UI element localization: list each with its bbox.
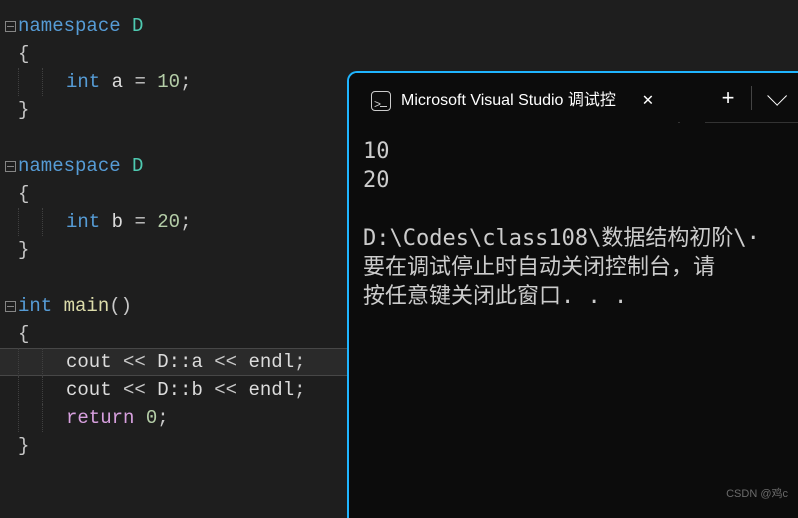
fold-icon[interactable] bbox=[5, 21, 16, 32]
console-tab[interactable]: Microsoft Visual Studio 调试控 ✕ bbox=[357, 77, 678, 125]
identifier-cout: cout bbox=[66, 351, 112, 373]
brace-open: { bbox=[18, 43, 29, 65]
function-main: main bbox=[64, 295, 110, 317]
output-line: 20 bbox=[363, 168, 390, 193]
var-b: b bbox=[112, 211, 123, 233]
fold-icon[interactable] bbox=[5, 161, 16, 172]
literal-20: 20 bbox=[157, 211, 180, 233]
keyword-return: return bbox=[66, 407, 134, 429]
namespace-name: D bbox=[132, 155, 143, 177]
console-titlebar[interactable]: Microsoft Visual Studio 调试控 ✕ + bbox=[349, 73, 798, 123]
close-tab-button[interactable]: ✕ bbox=[632, 85, 664, 117]
console-output[interactable]: 10 20 D:\Codes\class108\数据结构初阶\· 要在调试停止时… bbox=[349, 123, 798, 518]
chevron-down-icon bbox=[767, 85, 787, 105]
dropdown-button[interactable] bbox=[752, 73, 798, 123]
terminal-icon bbox=[371, 91, 391, 111]
debug-console-window[interactable]: Microsoft Visual Studio 调试控 ✕ + 10 20 D:… bbox=[347, 71, 798, 518]
output-line: 10 bbox=[363, 139, 390, 164]
fold-icon[interactable] bbox=[5, 301, 16, 312]
keyword-namespace: namespace bbox=[18, 155, 121, 177]
brace-close: } bbox=[18, 99, 29, 121]
output-message: 要在调试停止时自动关闭控制台，请 bbox=[363, 255, 715, 280]
literal-10: 10 bbox=[157, 71, 180, 93]
console-tab-title: Microsoft Visual Studio 调试控 bbox=[401, 87, 616, 115]
output-path: D:\Codes\class108\数据结构初阶\· bbox=[363, 226, 760, 251]
watermark: CSDN @鸡c bbox=[726, 480, 788, 508]
var-a: a bbox=[112, 71, 123, 93]
namespace-name: D bbox=[132, 15, 143, 37]
keyword-int: int bbox=[66, 71, 100, 93]
new-tab-button[interactable]: + bbox=[705, 73, 751, 123]
output-message: 按任意键关闭此窗口. . . bbox=[363, 284, 627, 309]
keyword-namespace: namespace bbox=[18, 15, 121, 37]
